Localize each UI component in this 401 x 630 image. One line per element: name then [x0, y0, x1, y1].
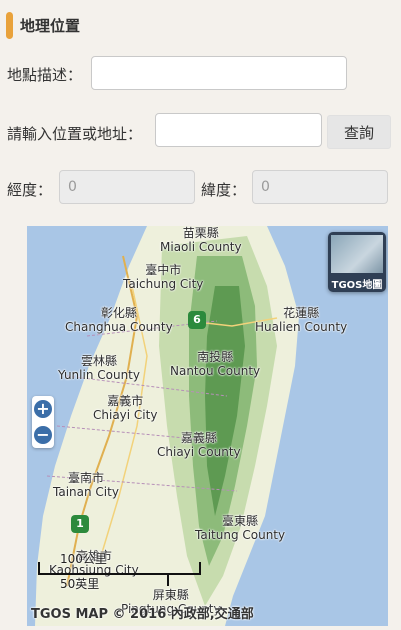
section-title: 地理位置: [20, 16, 81, 35]
highway-6-shield: 6: [188, 311, 206, 329]
zoom-in-button[interactable]: +: [34, 400, 52, 418]
place-chiayi-city: 嘉義市 Chiayi City: [93, 394, 158, 422]
description-label: 地點描述：: [7, 66, 83, 84]
latitude-input: [252, 170, 388, 204]
map-layer-button[interactable]: TGOS地圖: [328, 232, 386, 292]
query-button[interactable]: 查詢: [327, 115, 391, 149]
zoom-out-button[interactable]: −: [34, 426, 52, 444]
place-tainan: 臺南市 Tainan City: [53, 471, 119, 499]
section-marker: [6, 11, 13, 39]
place-yunlin: 雲林縣 Yunlin County: [58, 354, 140, 382]
scale-bar: 100公里 50英里: [38, 552, 203, 591]
address-input[interactable]: [155, 113, 322, 147]
zoom-control: + −: [32, 396, 54, 448]
place-taitung: 臺東縣 Taitung County: [195, 514, 286, 542]
address-label: 請輸入位置或地址：: [7, 125, 143, 143]
section-header: 地理位置: [6, 10, 80, 40]
place-taichung: 臺中市 Taichung City: [123, 263, 204, 291]
place-chiayi-county: 嘉義縣 Chiayi County: [157, 431, 241, 459]
latitude-label: 緯度：: [201, 181, 247, 199]
map-layer-thumbnail: [331, 235, 383, 273]
map-copyright: TGOS MAP © 2016 內政部,交通部: [31, 607, 254, 622]
map-viewport[interactable]: 6 1 苗栗縣 Miaoli County 臺中市 Taichung City 彰化…: [27, 226, 388, 626]
place-miaoli: 苗栗縣 Miaoli County: [160, 226, 242, 254]
place-nantou: 南投縣 Nantou County: [170, 350, 261, 378]
description-input[interactable]: [91, 56, 347, 90]
longitude-input: [59, 170, 195, 204]
scale-label-km: 100公里: [60, 552, 107, 566]
map-layer-label: TGOS地圖: [331, 280, 383, 291]
scale-label-mi: 50英里: [60, 577, 100, 591]
place-changhua: 彰化縣 Changhua County: [65, 306, 173, 334]
longitude-label: 經度：: [7, 181, 53, 199]
highway-1-shield: 1: [71, 515, 89, 533]
place-hualien: 花蓮縣 Hualien County: [255, 306, 348, 334]
